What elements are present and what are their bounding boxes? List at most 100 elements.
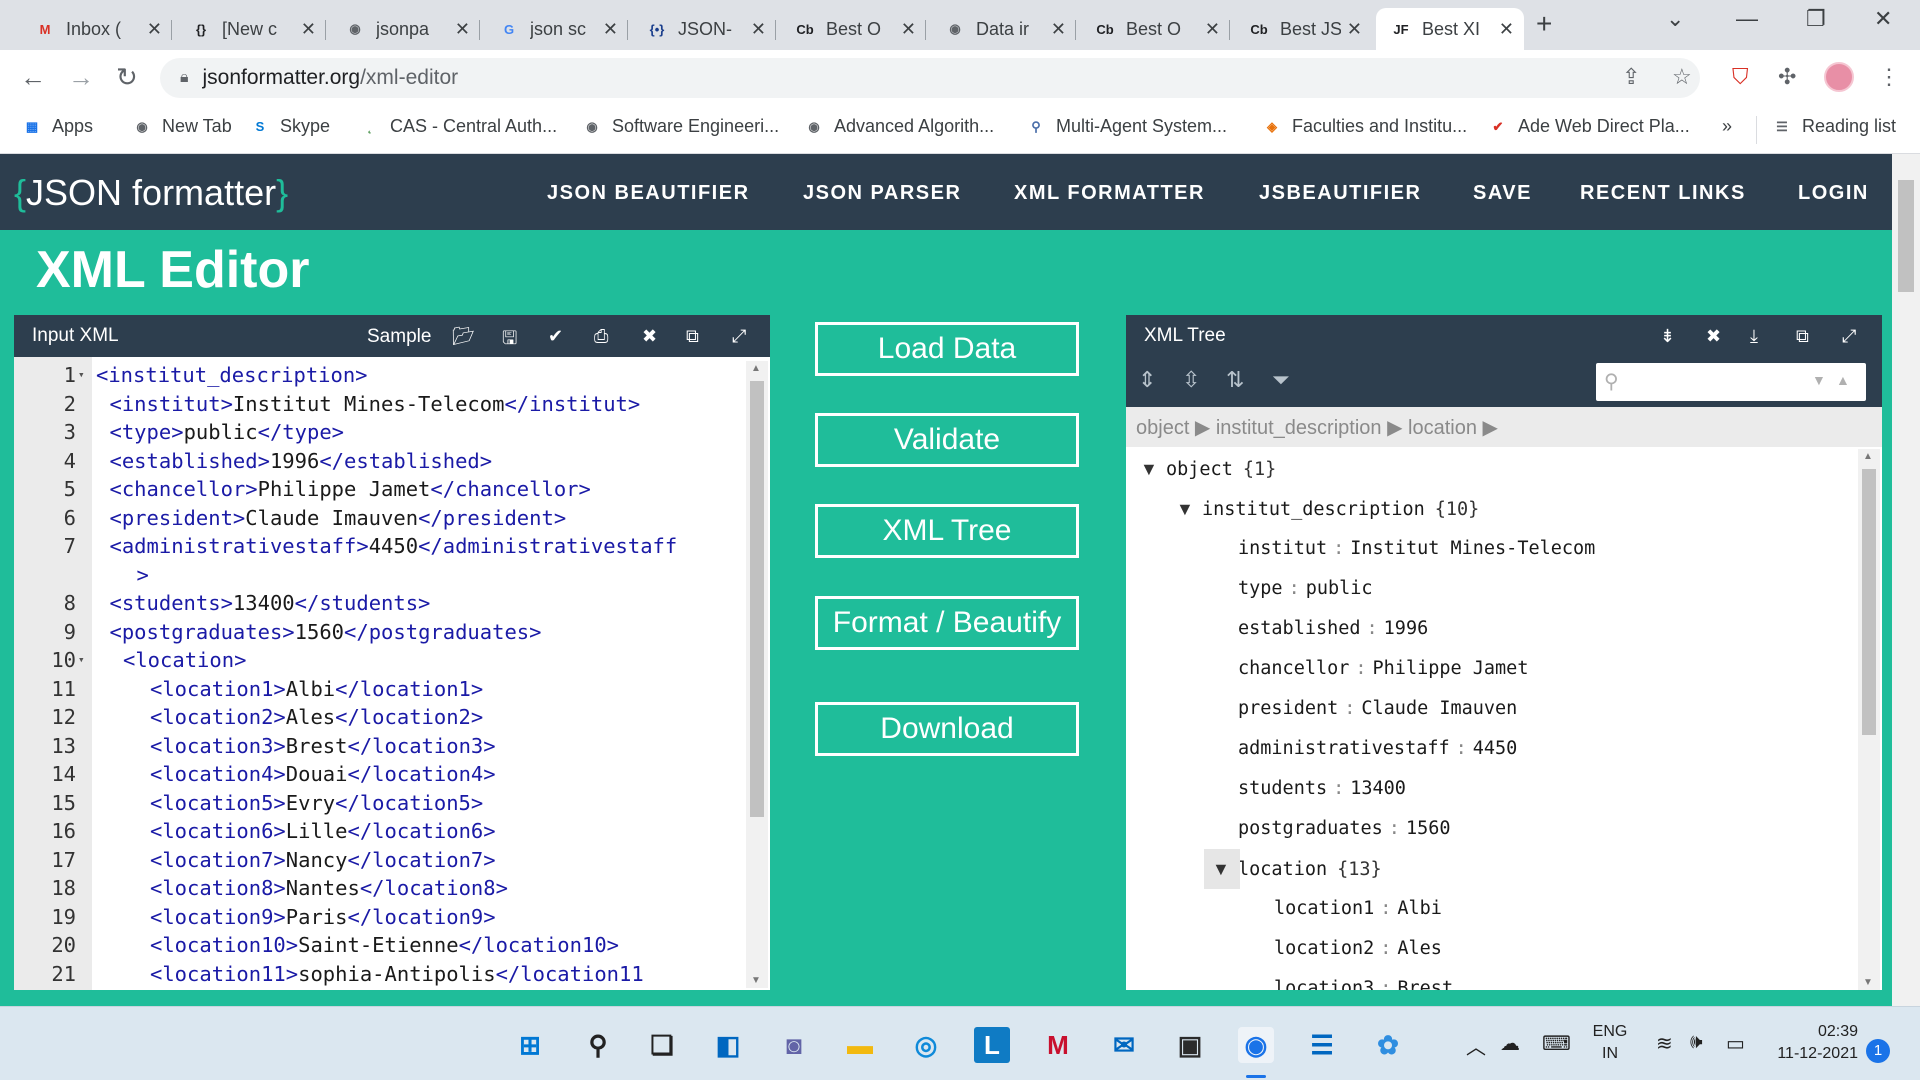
reload-icon[interactable]: ↻	[116, 62, 138, 93]
scroll-up-icon[interactable]: ▲	[1863, 451, 1873, 462]
tree-node[interactable]: type: public	[1212, 569, 1373, 609]
bookmark-item[interactable]: ⚲ Multi-Agent System...	[1026, 116, 1227, 137]
tab-close-icon[interactable]: ✕	[603, 19, 618, 40]
task-view-icon[interactable]: ❏	[644, 1027, 680, 1063]
nav-recent-links[interactable]: RECENT LINKS	[1580, 182, 1746, 205]
tab-close-icon[interactable]: ✕	[1499, 19, 1514, 40]
page-scrollbar[interactable]	[1892, 154, 1920, 1006]
site-logo[interactable]: {JSON formatter}	[14, 172, 288, 214]
load-data-button[interactable]: Load Data	[815, 322, 1079, 376]
page-scroll-thumb[interactable]	[1898, 180, 1914, 292]
chrome-icon[interactable]: ◉	[1238, 1027, 1274, 1063]
show-hidden-icons-chevron-icon[interactable]: ︿	[1466, 1031, 1486, 1060]
language-indicator[interactable]: ENG IN	[1588, 1021, 1632, 1065]
tree-node[interactable]: location3: Brest	[1248, 969, 1453, 990]
mcafee-icon[interactable]: M	[1040, 1027, 1076, 1063]
tab-active[interactable]: JF Best XI ✕	[1376, 8, 1524, 50]
paint-icon[interactable]: ✿	[1370, 1027, 1406, 1063]
widgets-icon[interactable]: ◧	[710, 1027, 746, 1063]
nav-jsbeautifier[interactable]: JSBEAUTIFIER	[1259, 182, 1421, 205]
l-app-icon[interactable]: L	[974, 1027, 1010, 1063]
minimize-button[interactable]: —	[1736, 6, 1758, 32]
tab-close-icon[interactable]: ✕	[455, 19, 470, 40]
collapse-all-icon[interactable]: ⇳	[1182, 367, 1200, 393]
forward-icon[interactable]: →	[68, 62, 94, 93]
bookmark-item[interactable]: ˛ CAS - Central Auth...	[360, 116, 557, 137]
new-tab-button[interactable]: +	[1536, 8, 1552, 40]
tree-node[interactable]: postgraduates:1560	[1212, 809, 1451, 849]
copy-icon[interactable]: ⧉	[686, 326, 699, 347]
close-window-button[interactable]: ✕	[1874, 6, 1892, 32]
clear-x-icon[interactable]: ✖	[1706, 326, 1721, 347]
back-icon[interactable]: ←	[20, 62, 46, 93]
tree-node[interactable]: location1: Albi	[1248, 889, 1442, 929]
copy-icon[interactable]: ⧉	[1796, 326, 1809, 347]
nav-xml-formatter[interactable]: XML FORMATTER	[1014, 182, 1205, 205]
bookmark-star-icon[interactable]: ☆	[1672, 64, 1692, 90]
notification-badge[interactable]: 1	[1866, 1039, 1890, 1063]
restore-button[interactable]: ❐	[1806, 6, 1826, 32]
browser-tab[interactable]: Cb Best JS ✕	[1234, 8, 1372, 50]
fullscreen-icon[interactable]: ⤢	[732, 326, 746, 347]
bookmark-item[interactable]: ✔ Ade Web Direct Pla...	[1488, 116, 1690, 137]
onedrive-cloud-icon[interactable]: ☁	[1500, 1031, 1520, 1056]
fold-arrow-icon[interactable]: ▾	[78, 646, 85, 674]
battery-icon[interactable]: ▭	[1726, 1031, 1745, 1056]
validate-button[interactable]: Validate	[815, 413, 1079, 467]
print-icon[interactable]: ⎙	[594, 326, 608, 347]
address-bar[interactable]: 🔒︎ jsonformatter.org/xml-editor	[160, 58, 1700, 98]
bookmarks-overflow-icon[interactable]: »	[1722, 116, 1732, 137]
start-windows-icon[interactable]: ⊞	[512, 1027, 548, 1063]
browser-tab[interactable]: Gjson sc ✕	[484, 8, 628, 50]
tree-node[interactable]: administrativestaff:4450	[1212, 729, 1517, 769]
fullscreen-icon[interactable]: ⤢	[1842, 326, 1856, 347]
mail-icon[interactable]: ✉	[1106, 1027, 1142, 1063]
fold-arrow-icon[interactable]: ▾	[78, 361, 85, 389]
menu-kebab-icon[interactable]: ⋮	[1878, 64, 1900, 90]
bookmark-item[interactable]: ▦ Apps	[22, 116, 93, 137]
expand-triangle-icon[interactable]: ▼	[1140, 449, 1166, 489]
tab-close-icon[interactable]: ✕	[301, 19, 316, 40]
expand-triangle-icon[interactable]: ▼	[1212, 849, 1238, 889]
tree-node[interactable]: students:13400	[1212, 769, 1406, 809]
xml-tree-button[interactable]: XML Tree	[815, 504, 1079, 558]
tab-close-icon[interactable]: ✕	[147, 19, 162, 40]
nav-login[interactable]: LOGIN	[1798, 182, 1869, 205]
editor-scroll-thumb[interactable]	[750, 381, 764, 817]
volume-icon[interactable]: 🕪︎	[1690, 1031, 1703, 1054]
bookmark-item[interactable]: ◉ Software Engineeri...	[582, 116, 779, 137]
tree-node[interactable]: ▼ object {1}	[1140, 449, 1276, 489]
scroll-down-icon[interactable]: ▼	[1863, 977, 1873, 988]
validate-check-icon[interactable]: ✔	[548, 326, 563, 347]
file-explorer-icon[interactable]: ▬	[842, 1027, 878, 1063]
browser-tab[interactable]: {} [New c ✕	[176, 8, 326, 50]
clear-x-icon[interactable]: ✖	[642, 326, 657, 347]
sort-down-icon[interactable]: ⇟	[1660, 326, 1675, 347]
save-disk-icon[interactable]: 🖫	[502, 326, 517, 356]
keyboard-icon[interactable]: ⌨	[1542, 1031, 1571, 1056]
download-icon[interactable]: ⤓	[1750, 326, 1758, 347]
browser-tab[interactable]: Cb Best O ✕	[780, 8, 926, 50]
format-beautify-button[interactable]: Format / Beautify	[815, 596, 1079, 650]
tab-close-icon[interactable]: ✕	[751, 19, 766, 40]
extension-shield-icon[interactable]: ⛉	[1732, 64, 1749, 90]
extensions-puzzle-icon[interactable]: ✣	[1778, 64, 1796, 90]
bookmark-item[interactable]: ◈ Faculties and Institu...	[1262, 116, 1467, 137]
tree-search-input[interactable]: ⚲ ▼ ▲	[1596, 363, 1866, 401]
search-icon[interactable]: ⚲	[580, 1027, 616, 1063]
search-previous-icon[interactable]: ▲	[1836, 372, 1850, 388]
expand-triangle-icon[interactable]: ▼	[1176, 489, 1202, 529]
search-next-icon[interactable]: ▼	[1812, 372, 1826, 388]
edge-browser-icon[interactable]: ◎	[908, 1027, 944, 1063]
scroll-up-icon[interactable]: ▲	[751, 363, 761, 374]
tree-scroll-thumb[interactable]	[1862, 469, 1876, 735]
scroll-down-icon[interactable]: ▼	[751, 975, 761, 986]
sort-icon[interactable]: ⇅	[1226, 367, 1244, 393]
nav-json-parser[interactable]: JSON PARSER	[803, 182, 961, 205]
browser-tab[interactable]: {•} JSON- ✕	[632, 8, 776, 50]
clock[interactable]: 02:39 11-12-2021	[1770, 1021, 1858, 1065]
tree-node[interactable]: institut: Institut Mines-Telecom	[1212, 529, 1595, 569]
store-icon[interactable]: ▣	[1172, 1027, 1208, 1063]
tree-breadcrumb[interactable]: object ▶ institut_description ▶ location…	[1126, 407, 1882, 447]
bookmark-item[interactable]: S Skype	[250, 116, 330, 137]
